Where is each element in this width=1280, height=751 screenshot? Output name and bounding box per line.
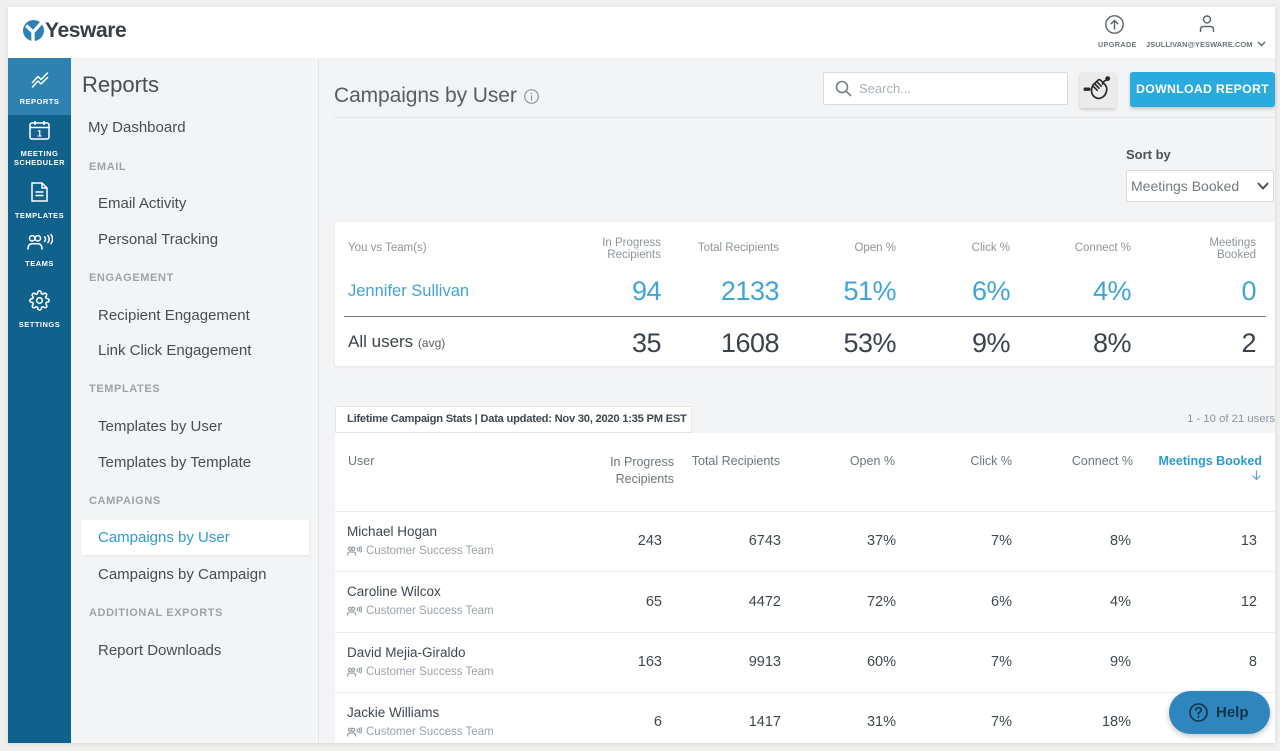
svg-text:1: 1 [37,129,42,139]
